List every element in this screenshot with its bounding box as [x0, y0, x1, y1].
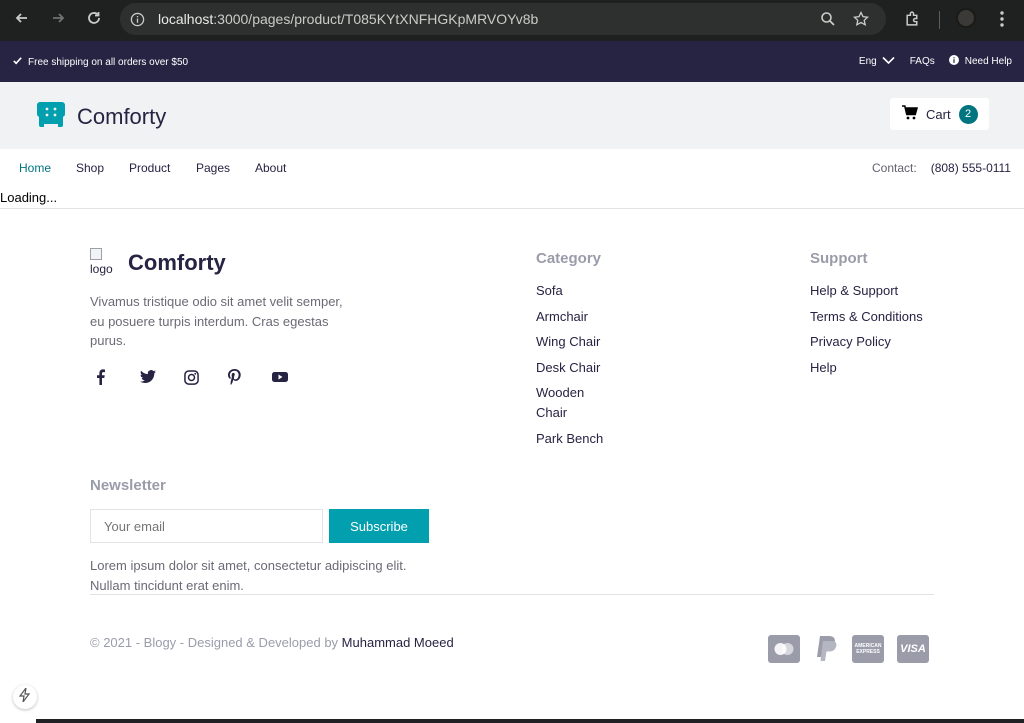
nav-home[interactable]: Home [19, 161, 51, 175]
newsletter-description: Lorem ipsum dolor sit amet, consectetur … [90, 558, 407, 593]
loading-text: Loading... [0, 190, 58, 205]
mastercard-icon [768, 635, 800, 663]
category-link-park-bench[interactable]: Park Bench [536, 429, 616, 449]
footer-description: Vivamus tristique odio sit amet velit se… [90, 294, 343, 348]
site-header: Comforty Cart 2 [0, 82, 1024, 149]
nav-product[interactable]: Product [129, 161, 170, 175]
url-text: localhost:3000/pages/product/T085KYtXNFH… [158, 11, 539, 27]
footer-divider [0, 208, 1024, 209]
author-link[interactable]: Muhammad Moeed [342, 635, 454, 650]
support-list: Help & Support Terms & Conditions Privac… [810, 281, 990, 383]
support-link-help-support[interactable]: Help & Support [810, 281, 990, 301]
brand-logo[interactable]: Comforty [35, 99, 166, 134]
amex-icon: AMERICAN EXPRESS [852, 635, 884, 663]
category-link-desk-chair[interactable]: Desk Chair [536, 358, 616, 378]
nav-pages[interactable]: Pages [196, 161, 230, 175]
need-help-link[interactable]: Need Help [948, 55, 1012, 68]
twitter-icon[interactable] [140, 368, 184, 386]
visa-icon: VISA [897, 635, 929, 663]
contact-info: Contact: (808) 555-0111 [872, 161, 1011, 175]
faqs-link[interactable]: FAQs [910, 56, 935, 67]
toolbar-divider [939, 11, 940, 29]
check-icon [12, 55, 23, 69]
broken-image-icon: logo [90, 248, 118, 278]
chair-logo-icon [35, 99, 67, 134]
payment-methods: AMERICAN EXPRESS VISA [768, 634, 929, 664]
forward-icon[interactable] [46, 6, 70, 30]
category-link-armchair[interactable]: Armchair [536, 307, 616, 327]
category-list: Sofa Armchair Wing Chair Desk Chair Wood… [536, 281, 616, 455]
contact-phone[interactable]: (808) 555-0111 [931, 161, 1011, 175]
cart-count-badge: 2 [958, 104, 978, 124]
lightning-icon [18, 687, 31, 707]
reload-icon[interactable] [82, 6, 106, 30]
support-link-privacy[interactable]: Privacy Policy [810, 332, 990, 352]
copyright-text: © 2021 - Blogy - Designed & Developed by… [90, 635, 454, 650]
instagram-icon[interactable] [184, 368, 228, 386]
chevron-down-icon [882, 56, 895, 68]
zoom-icon[interactable] [820, 11, 836, 32]
footer-brand-name: Comforty [128, 250, 226, 275]
announcement-bar: Free shipping on all orders over $50 Eng… [0, 41, 1024, 82]
main-nav: Home Shop Product Pages About Contact: (8… [0, 149, 1024, 187]
cart-label: Cart [926, 106, 951, 122]
nextjs-devtools-button[interactable] [13, 685, 37, 709]
taskbar-edge [36, 719, 1024, 723]
pinterest-icon[interactable] [228, 368, 272, 386]
cart-icon [902, 105, 919, 123]
site-info-icon[interactable] [130, 12, 145, 32]
support-link-help[interactable]: Help [810, 358, 990, 378]
bookmark-star-icon[interactable] [852, 10, 870, 32]
category-link-wooden-chair[interactable]: Wooden Chair [536, 383, 616, 423]
free-shipping-notice: Free shipping on all orders over $50 [12, 55, 188, 69]
footer-logo[interactable]: logo Comforty [90, 248, 226, 278]
category-title: Category [536, 250, 602, 267]
newsletter-title: Newsletter [90, 477, 166, 494]
youtube-icon[interactable] [272, 368, 316, 386]
facebook-icon[interactable] [96, 368, 140, 386]
subscribe-button[interactable]: Subscribe [329, 509, 429, 543]
cart-button[interactable]: Cart 2 [890, 98, 989, 130]
paypal-icon [813, 634, 839, 664]
nav-shop[interactable]: Shop [76, 161, 104, 175]
social-links [96, 368, 316, 386]
brand-name: Comforty [77, 103, 167, 129]
language-select[interactable]: Eng [859, 56, 895, 68]
address-bar[interactable]: localhost:3000/pages/product/T085KYtXNFH… [120, 3, 886, 35]
browser-menu-icon[interactable] [996, 10, 1008, 33]
extensions-icon[interactable] [904, 10, 921, 32]
newsletter-email-input[interactable] [90, 509, 323, 543]
footer-bottom-divider [90, 594, 934, 595]
back-icon[interactable] [10, 6, 34, 30]
support-title: Support [810, 250, 868, 267]
profile-avatar[interactable] [956, 8, 976, 28]
support-link-terms[interactable]: Terms & Conditions [810, 307, 990, 327]
info-icon [948, 55, 959, 68]
nav-about[interactable]: About [255, 161, 286, 175]
category-link-sofa[interactable]: Sofa [536, 281, 616, 301]
category-link-wing-chair[interactable]: Wing Chair [536, 332, 616, 352]
browser-toolbar: localhost:3000/pages/product/T085KYtXNFH… [0, 0, 1024, 41]
